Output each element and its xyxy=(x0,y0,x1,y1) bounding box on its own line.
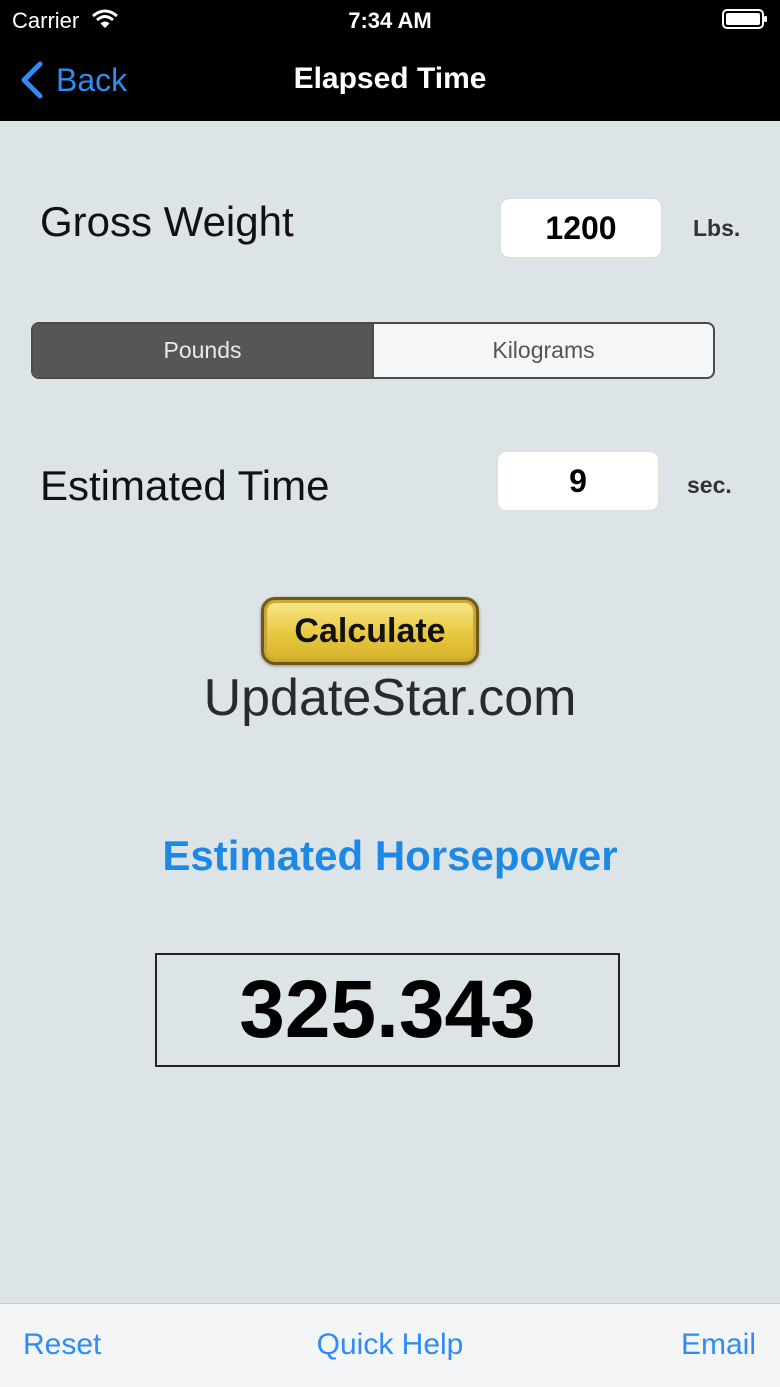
page-title: Elapsed Time xyxy=(293,62,487,95)
nav-bar: Back Elapsed Time xyxy=(0,40,780,121)
email-button[interactable]: Email xyxy=(681,1328,756,1362)
result-title: Estimated Horsepower xyxy=(162,832,618,879)
gross-weight-field[interactable]: 1200 xyxy=(501,199,661,257)
estimated-time-label: Estimated Time xyxy=(40,462,330,509)
quick-help-button[interactable]: Quick Help xyxy=(0,1328,780,1362)
reset-button[interactable]: Reset xyxy=(23,1328,101,1362)
battery-icon xyxy=(722,9,767,29)
calculate-button[interactable]: Calculate xyxy=(261,597,479,665)
unit-toggle: Pounds Kilograms xyxy=(31,322,715,379)
estimated-time-unit: sec. xyxy=(687,472,732,498)
status-time: 7:34 AM xyxy=(348,8,432,33)
gross-weight-label: Gross Weight xyxy=(40,198,294,245)
status-bar: Carrier 7:34 AM xyxy=(0,0,780,40)
estimated-time-field[interactable]: 9 xyxy=(498,452,658,510)
gross-weight-unit: Lbs. xyxy=(693,215,741,241)
result-value: 325.343 xyxy=(155,953,620,1067)
watermark-text: UpdateStar.com xyxy=(203,669,577,727)
bottom-toolbar: Reset Quick Help Email xyxy=(0,1303,780,1387)
top-bar: Carrier 7:34 AM Back Elapsed Time xyxy=(0,0,780,121)
segment-pounds[interactable]: Pounds xyxy=(33,324,372,377)
segment-kilograms[interactable]: Kilograms xyxy=(372,324,713,377)
